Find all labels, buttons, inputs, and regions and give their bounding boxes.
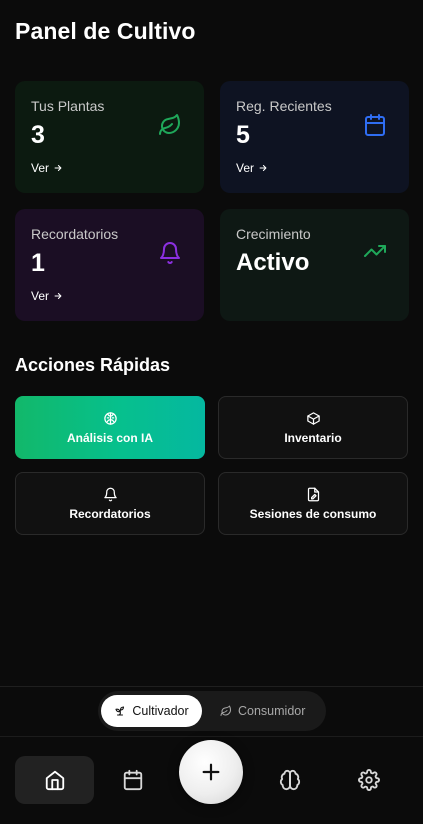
- view-link-label: Ver: [31, 161, 50, 175]
- calendar-icon: [123, 769, 143, 791]
- nav-home[interactable]: [15, 756, 94, 804]
- view-link-label: Ver: [236, 161, 255, 175]
- ai-analysis-button[interactable]: Análisis con IA: [15, 396, 205, 459]
- stat-card-reminders[interactable]: Recordatorios 1 Ver: [15, 209, 204, 321]
- calendar-icon: [365, 114, 385, 136]
- nav-calendar[interactable]: [94, 756, 172, 804]
- trending-up-icon: [364, 245, 386, 257]
- stat-label: Tus Plantas: [31, 98, 105, 114]
- stat-label: Recordatorios: [31, 226, 119, 242]
- mode-option-cultivator[interactable]: Cultivador: [101, 695, 202, 727]
- view-link[interactable]: Ver: [31, 161, 63, 175]
- leaf-icon: [220, 705, 231, 716]
- page-title: Panel de Cultivo: [15, 18, 196, 44]
- inventory-button[interactable]: Inventario: [218, 396, 408, 459]
- mode-option-consumer[interactable]: Consumidor: [202, 695, 317, 727]
- file-edit-icon: [307, 487, 319, 501]
- reminders-button[interactable]: Recordatorios: [15, 472, 205, 535]
- view-link-label: Ver: [31, 289, 50, 303]
- section-title: Acciones Rápidas: [15, 355, 171, 375]
- nav-settings[interactable]: [330, 756, 408, 804]
- action-label: Recordatorios: [69, 506, 151, 521]
- action-label: Inventario: [284, 430, 342, 445]
- box-icon: [306, 411, 320, 425]
- mode-option-label: Consumidor: [238, 704, 306, 718]
- view-link[interactable]: Ver: [31, 289, 63, 303]
- bell-icon: [160, 242, 180, 264]
- action-label: Análisis con IA: [66, 430, 154, 445]
- arrow-right-icon: [54, 164, 62, 172]
- gear-icon: [358, 769, 380, 791]
- bell-icon: [103, 487, 117, 501]
- view-link[interactable]: Ver: [236, 161, 268, 175]
- sprout-icon: [115, 706, 125, 716]
- divider: [0, 686, 423, 687]
- leaf-icon: [159, 114, 180, 135]
- stat-card-growth: Crecimiento Activo: [220, 209, 409, 321]
- stat-card-plants[interactable]: Tus Plantas 3 Ver: [15, 81, 204, 193]
- consumption-sessions-button[interactable]: Sesiones de consumo: [218, 472, 408, 535]
- nav-ai[interactable]: [251, 756, 329, 804]
- mode-toggle[interactable]: Cultivador Consumidor: [98, 691, 326, 731]
- divider: [0, 736, 423, 737]
- brain-icon: [279, 769, 301, 791]
- arrow-right-icon: [259, 164, 267, 172]
- mode-option-label: Cultivador: [132, 704, 189, 718]
- plus-icon: [202, 763, 220, 781]
- action-label: Sesiones de consumo: [249, 506, 377, 521]
- add-button[interactable]: [179, 740, 243, 804]
- stat-card-records[interactable]: Reg. Recientes 5 Ver: [220, 81, 409, 193]
- stat-label: Reg. Recientes: [236, 98, 332, 114]
- arrow-right-icon: [54, 292, 62, 300]
- home-icon: [45, 770, 64, 791]
- brain-icon: [103, 411, 117, 425]
